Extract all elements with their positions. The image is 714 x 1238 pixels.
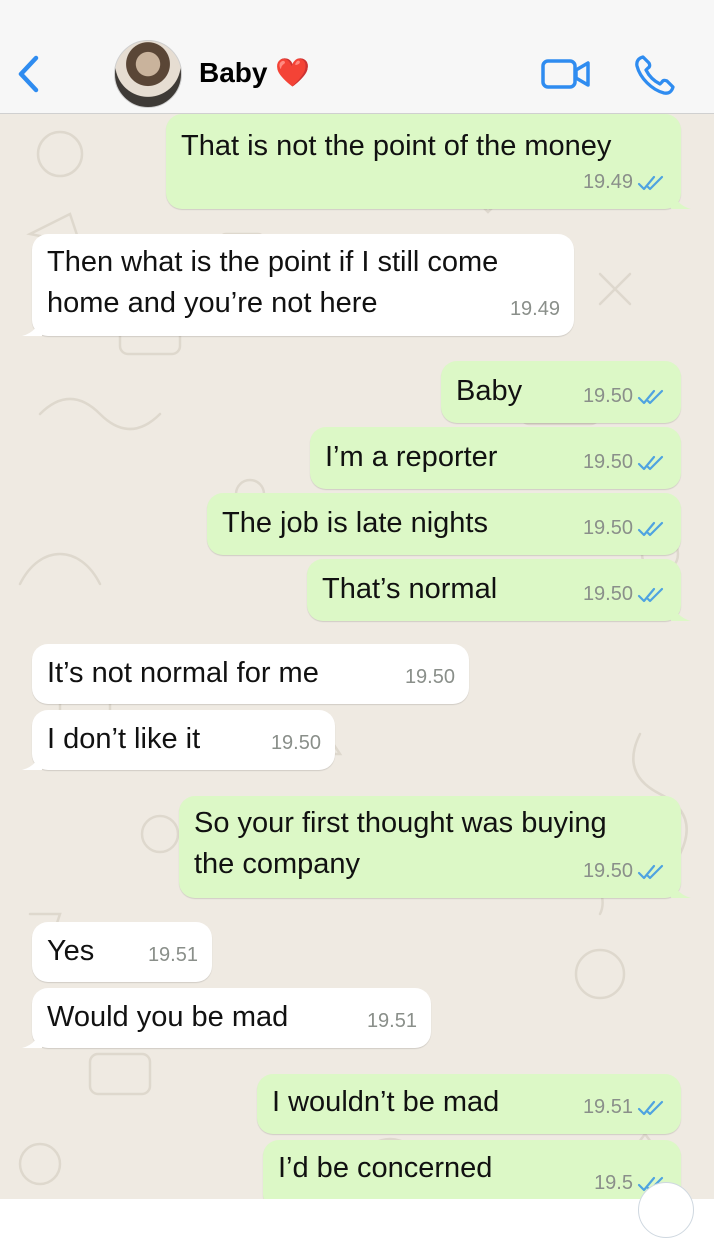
message-timestamp: 19.50 [270, 732, 321, 754]
message-meta: 19.50 [271, 723, 321, 764]
message-timestamp: 19.50 [582, 385, 633, 407]
message-timestamp: 19.50 [404, 666, 455, 688]
message-meta: 19.50 [405, 657, 455, 698]
video-call-icon[interactable] [540, 56, 592, 92]
message-text: The job is late nights [222, 507, 488, 539]
outgoing-message-bubble[interactable]: I’d be concerned 19.5 [263, 1140, 681, 1199]
read-double-tick-icon [637, 1100, 664, 1115]
message-text: It’s not normal for me [47, 657, 319, 689]
outgoing-message-bubble[interactable]: I’m a reporter 19.50 [310, 427, 681, 489]
read-double-tick-icon [637, 175, 664, 190]
bubble-tail [22, 1026, 42, 1048]
message-text: I wouldn’t be mad [272, 1086, 500, 1118]
incoming-message-bubble[interactable]: Would you be mad 19.51 [22, 988, 431, 1048]
message-meta: 19.50 [583, 376, 667, 417]
contact-avatar[interactable] [114, 40, 182, 108]
message-timestamp: 19.51 [582, 1096, 633, 1118]
message-meta: 19.49 [583, 162, 667, 203]
incoming-message-bubble[interactable]: It’s not normal for me 19.50 [32, 644, 469, 704]
message-timestamp: 19.50 [582, 583, 633, 605]
message-timestamp: 19.51 [366, 1010, 417, 1032]
heart-emoji: ❤️ [275, 57, 311, 88]
read-double-tick-icon [637, 455, 664, 470]
message-timestamp: 19.49 [509, 298, 560, 320]
message-text: Then what is the point if I still come [47, 246, 499, 278]
chat-header: Baby ❤️ [0, 0, 714, 114]
bubble-tail [671, 876, 691, 898]
phone-call-icon[interactable] [632, 52, 678, 98]
outgoing-message-bubble[interactable]: So your first thought was buying the comp… [179, 796, 691, 898]
message-text: Baby [456, 375, 523, 407]
message-meta: 19.50 [583, 442, 667, 483]
bubble-tail [671, 599, 691, 621]
message-timestamp: 19.50 [582, 451, 633, 473]
message-meta: 19.50 [583, 508, 667, 549]
message-text: I’m a reporter [325, 441, 498, 473]
incoming-message-bubble[interactable]: Then what is the point if I still come ho… [22, 234, 574, 336]
message-text: So your first thought was buying [194, 807, 607, 839]
message-meta: 19.51 [148, 935, 198, 976]
contact-name[interactable]: Baby ❤️ [199, 56, 310, 89]
message-text: Yes [47, 935, 95, 967]
read-double-tick-icon [637, 389, 664, 404]
back-chevron-icon[interactable] [12, 52, 46, 96]
outgoing-message-bubble[interactable]: The job is late nights 19.50 [207, 493, 681, 555]
message-timestamp: 19.51 [147, 944, 198, 966]
message-text: That’s normal [322, 573, 498, 605]
message-meta: 19.49 [510, 289, 560, 330]
incoming-message-bubble[interactable]: Yes 19.51 [32, 922, 212, 982]
read-double-tick-icon [637, 521, 664, 536]
read-double-tick-icon [637, 864, 664, 879]
message-text: I don’t like it [47, 723, 201, 755]
message-meta: 19.51 [583, 1087, 667, 1128]
message-meta: 19.50 [583, 851, 667, 892]
outgoing-message-bubble[interactable]: I wouldn’t be mad 19.51 [257, 1074, 681, 1134]
outgoing-message-bubble[interactable]: Baby 19.50 [441, 361, 681, 423]
bubble-tail [22, 748, 42, 770]
bubble-tail [671, 187, 691, 209]
read-double-tick-icon [637, 587, 664, 602]
message-timestamp: 19.50 [582, 517, 633, 539]
outgoing-message-bubble[interactable]: That’s normal 19.50 [307, 559, 691, 621]
message-timestamp: 19.50 [582, 860, 633, 882]
bubble-tail [22, 314, 42, 336]
contact-name-text: Baby [199, 57, 268, 88]
message-meta: 19.50 [583, 574, 667, 615]
message-text: I’d be concerned [278, 1152, 493, 1184]
message-text: the company [194, 848, 361, 880]
message-text: home and you’re not here [47, 287, 378, 319]
message-text: That is not the point of the money [181, 130, 612, 162]
outgoing-message-bubble[interactable]: That is not the point of the money 19.49 [166, 114, 691, 209]
message-meta: 19.51 [367, 1001, 417, 1042]
message-timestamp: 19.49 [582, 171, 633, 193]
scroll-to-bottom-button[interactable] [638, 1182, 694, 1238]
message-list[interactable]: That is not the point of the money 19.49 T… [0, 114, 714, 1199]
incoming-message-bubble[interactable]: I don’t like it 19.50 [22, 710, 335, 770]
message-timestamp: 19.5 [594, 1172, 633, 1194]
message-text: Would you be mad [47, 1001, 289, 1033]
